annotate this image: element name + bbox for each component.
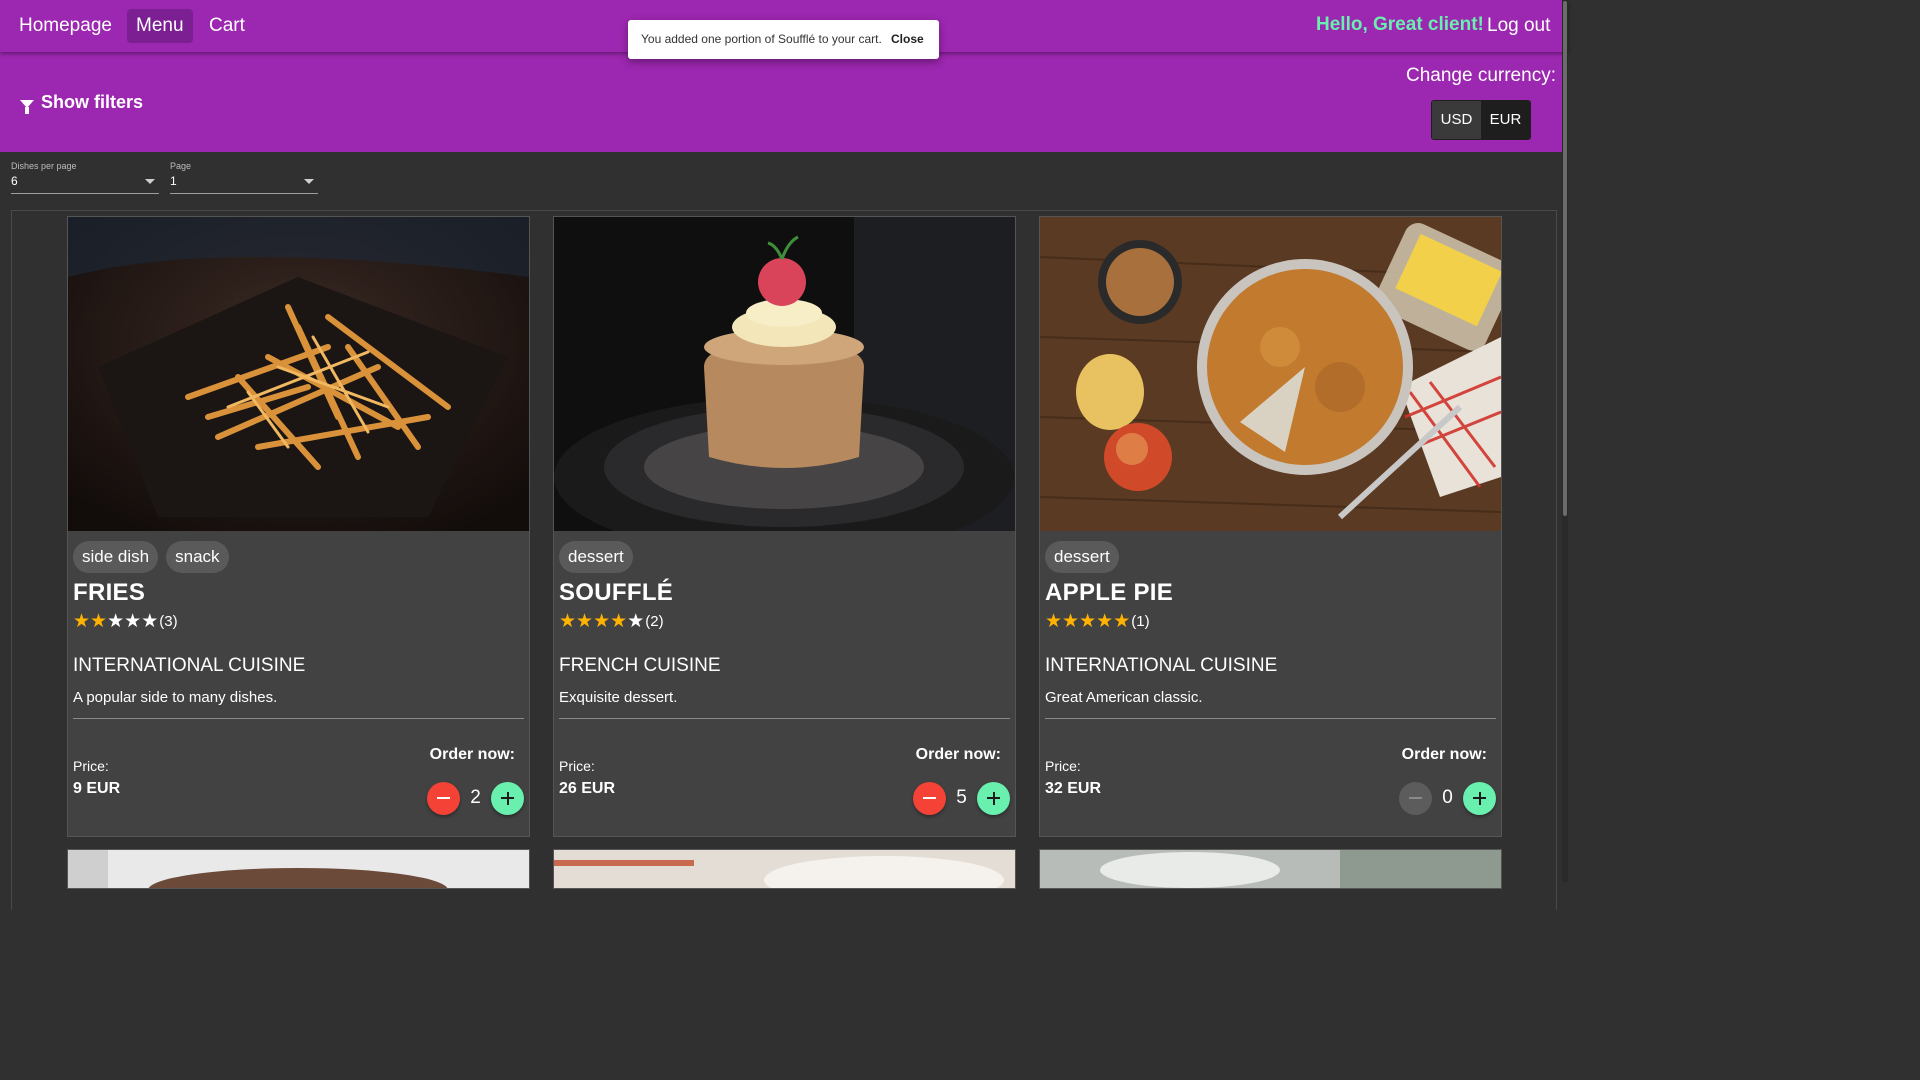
rating-count: (3) <box>159 613 178 630</box>
page-value: 1 <box>170 174 177 188</box>
star-icon: ★ <box>141 611 159 632</box>
dish-name: APPLE PIE <box>1045 579 1174 606</box>
dish-name: FRIES <box>73 579 146 606</box>
dish-tag[interactable]: snack <box>166 541 229 573</box>
toast-close-button[interactable]: Close <box>891 32 924 46</box>
star-icon: ★ <box>627 611 645 632</box>
increase-quantity-button[interactable] <box>977 781 1010 815</box>
price-value: 32 EUR <box>1045 780 1102 797</box>
divider <box>73 718 524 719</box>
page-label: Page <box>170 161 192 171</box>
order-now-label: Order now: <box>1401 746 1487 763</box>
rating-count: (1) <box>1131 613 1150 630</box>
minus-icon <box>923 797 936 799</box>
divider <box>559 718 1010 719</box>
increase-quantity-button[interactable] <box>1463 781 1496 815</box>
rating: ★ ★ ★ ★ ★ (2) <box>559 610 664 633</box>
star-icon: ★ <box>1096 611 1114 632</box>
cart-toast: You added one portion of Soufflé to your… <box>628 20 939 59</box>
scrollbar-thumb[interactable] <box>1563 1 1567 516</box>
nav-cart[interactable]: Cart <box>200 9 254 43</box>
star-icon: ★ <box>124 611 142 632</box>
quantity-value: 0 <box>1442 787 1453 808</box>
quantity-value: 5 <box>956 787 967 808</box>
star-icon: ★ <box>610 611 628 632</box>
decrease-quantity-button[interactable] <box>427 781 460 815</box>
currency-usd-button[interactable]: USD <box>1432 101 1481 139</box>
decrease-quantity-button[interactable] <box>913 781 946 815</box>
filter-band: Show filters Change currency: USD EUR <box>0 52 1568 152</box>
divider <box>1045 718 1496 719</box>
dish-card: side dish snack FRIES ★ ★ ★ ★ ★ (3) INTERNAT… <box>67 216 530 837</box>
minus-icon <box>437 797 450 799</box>
currency-toggle: USD EUR <box>1431 100 1531 140</box>
dish-description: Great American classic. <box>1045 689 1203 706</box>
price-label: Price: <box>73 758 109 774</box>
greeting-text: Hello, Great client! <box>1316 14 1484 35</box>
currency-label: Change currency: <box>1406 65 1556 86</box>
dish-card: dessert SOUFFLÉ ★ ★ ★ ★ ★ (2) FRENCH CUISINE… <box>553 216 1016 837</box>
price-value: 9 EUR <box>73 780 121 797</box>
nav-menu[interactable]: Menu <box>127 9 193 43</box>
chevron-down-icon <box>145 179 155 184</box>
show-filters-button[interactable]: Show filters <box>20 92 144 114</box>
dish-description: A popular side to many dishes. <box>73 689 278 706</box>
dish-card: dessert APPLE PIE ★ ★ ★ ★ ★ (1) INTERNATIONA… <box>1039 216 1502 837</box>
rating-count: (2) <box>645 613 664 630</box>
star-icon: ★ <box>1079 611 1097 632</box>
quantity-value: 2 <box>470 787 481 808</box>
decrease-quantity-button[interactable] <box>1399 781 1432 815</box>
dish-cuisine: FRENCH CUISINE <box>559 655 721 676</box>
dishes-per-page-value: 6 <box>11 174 18 188</box>
dish-tag[interactable]: dessert <box>1045 541 1119 573</box>
order-now-label: Order now: <box>915 746 1001 763</box>
star-icon: ★ <box>559 611 577 632</box>
apple-pie-photo <box>1040 217 1501 531</box>
price-label: Price: <box>1045 758 1081 774</box>
price-value: 26 EUR <box>559 780 616 797</box>
star-icon: ★ <box>107 611 125 632</box>
increase-quantity-button[interactable] <box>491 781 524 815</box>
dish-card-image-peek <box>1039 849 1502 889</box>
dish-tag[interactable]: side dish <box>73 541 159 573</box>
page-scrollbar[interactable] <box>1562 0 1568 882</box>
dishes-per-page-label: Dishes per page <box>11 161 77 171</box>
star-icon: ★ <box>90 611 108 632</box>
star-icon: ★ <box>73 611 91 632</box>
star-icon: ★ <box>576 611 594 632</box>
quantity-stepper: 0 <box>1399 781 1496 815</box>
star-icon: ★ <box>1045 611 1063 632</box>
star-icon: ★ <box>593 611 611 632</box>
star-icon: ★ <box>1062 611 1080 632</box>
fries-photo <box>68 217 529 531</box>
dish-cuisine: INTERNATIONAL CUISINE <box>1045 655 1278 676</box>
currency-eur-button[interactable]: EUR <box>1481 101 1530 139</box>
quantity-stepper: 2 <box>427 781 524 815</box>
dish-description: Exquisite dessert. <box>559 689 678 706</box>
dish-card-image-peek <box>553 849 1016 889</box>
chevron-down-icon <box>304 179 314 184</box>
dish-tag[interactable]: dessert <box>559 541 633 573</box>
souffle-photo <box>554 217 1015 531</box>
quantity-stepper: 5 <box>913 781 1010 815</box>
toast-message: You added one portion of Soufflé to your… <box>641 32 882 46</box>
dish-cuisine: INTERNATIONAL CUISINE <box>73 655 306 676</box>
dishes-per-page-select[interactable]: Dishes per page 6 <box>11 161 159 194</box>
dish-name: SOUFFLÉ <box>559 579 674 606</box>
price-label: Price: <box>559 758 595 774</box>
minus-icon <box>1409 797 1422 799</box>
page-select[interactable]: Page 1 <box>170 161 318 194</box>
rating: ★ ★ ★ ★ ★ (3) <box>73 610 178 633</box>
filter-icon <box>20 99 34 114</box>
nav-homepage[interactable]: Homepage <box>10 9 121 43</box>
show-filters-label: Show filters <box>41 92 144 112</box>
rating: ★ ★ ★ ★ ★ (1) <box>1045 610 1150 633</box>
star-icon: ★ <box>1113 611 1131 632</box>
order-now-label: Order now: <box>429 746 515 763</box>
dish-card-image-peek <box>67 849 530 889</box>
logout-button[interactable]: Log out <box>1487 15 1550 37</box>
